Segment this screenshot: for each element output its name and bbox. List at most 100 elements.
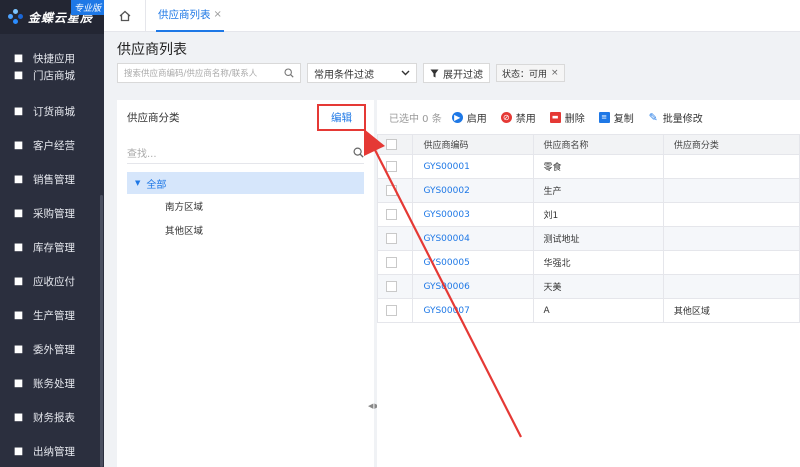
- tab-supplier-list[interactable]: 供应商列表 ×: [156, 0, 224, 32]
- row-checkbox[interactable]: [386, 161, 397, 172]
- expand-filter-button[interactable]: 展开过滤: [423, 63, 490, 83]
- supplier-code-cell[interactable]: GYS00007: [412, 298, 534, 323]
- header-supplier-name[interactable]: 供应商名称: [532, 134, 664, 155]
- batch-edit-button[interactable]: ✎ 批量修改: [648, 110, 703, 125]
- disable-button[interactable]: ⊘ 禁用: [500, 110, 536, 125]
- disable-label: 禁用: [515, 113, 536, 125]
- delete-label: 删除: [564, 113, 585, 125]
- search-icon[interactable]: [284, 68, 294, 78]
- pencil-icon: ✎: [648, 110, 658, 124]
- table-row[interactable]: GYS00003 刘1: [376, 202, 800, 227]
- enable-button[interactable]: ▶ 启用: [451, 110, 487, 125]
- category-search-input[interactable]: 查找...: [127, 142, 364, 164]
- category-panel-header: 供应商分类 编辑: [117, 100, 374, 134]
- filter-icon: [430, 69, 439, 77]
- selected-count: 已选中 0 条: [389, 113, 442, 125]
- filter-bar: 搜索供应商编码/供应商名称/联系人 常用条件过滤 展开过滤 状态：可用 ×: [117, 62, 565, 84]
- edit-category-button[interactable]: 编辑: [317, 103, 366, 131]
- sidebar-item-box[interactable]: ■ 库存管理: [0, 230, 104, 264]
- expand-filter-label: 展开过滤: [443, 69, 483, 81]
- table-row[interactable]: GYS00005 华强北: [376, 250, 800, 275]
- row-select-cell: [376, 154, 414, 179]
- table-row[interactable]: GYS00001 零食: [376, 154, 800, 179]
- row-checkbox[interactable]: [386, 209, 397, 220]
- header-supplier-code[interactable]: 供应商编码: [412, 134, 534, 155]
- close-icon[interactable]: ×: [214, 9, 222, 20]
- sidebar-item-ledger[interactable]: ■ 账务处理: [0, 366, 104, 400]
- sidebar-item-label: 财务报表: [33, 411, 75, 424]
- supplier-name-cell: 天美: [532, 274, 664, 299]
- home-tab[interactable]: [104, 0, 146, 32]
- row-checkbox[interactable]: [386, 281, 397, 292]
- copy-button[interactable]: ≡ 复制: [598, 110, 634, 125]
- tree-node-child[interactable]: 南方区域: [117, 194, 374, 218]
- supplier-search-input[interactable]: 搜索供应商编码/供应商名称/联系人: [117, 63, 301, 83]
- copy-label: 复制: [613, 113, 634, 125]
- filter-scheme-value: 常用条件过滤: [314, 69, 374, 81]
- sidebar-item-cashier[interactable]: ■ 出纳管理: [0, 434, 104, 467]
- table-row[interactable]: GYS00007 A 其他区域: [376, 298, 800, 323]
- filter-scheme-select[interactable]: 常用条件过滤: [307, 63, 417, 83]
- sidebar-item-grid[interactable]: ■ 快捷应用: [0, 50, 104, 66]
- category-panel-title: 供应商分类: [127, 111, 180, 124]
- caret-down-icon[interactable]: ▼: [135, 179, 140, 187]
- sidebar-item-money[interactable]: ■ 应收应付: [0, 264, 104, 298]
- home-icon: [119, 10, 130, 21]
- sidebar-item-label: 出纳管理: [33, 445, 75, 458]
- table-row[interactable]: GYS00004 测试地址: [376, 226, 800, 251]
- supplier-code-cell[interactable]: GYS00003: [412, 202, 534, 227]
- row-select-cell: [376, 226, 414, 251]
- row-select-cell: [376, 178, 414, 203]
- supplier-code-cell[interactable]: GYS00006: [412, 274, 534, 299]
- sidebar-scrollbar[interactable]: [100, 195, 103, 467]
- sidebar-item-customer[interactable]: ■ 客户经营: [0, 128, 104, 162]
- row-checkbox[interactable]: [386, 305, 397, 316]
- report-icon: ■: [13, 411, 24, 423]
- close-icon[interactable]: ×: [551, 68, 559, 78]
- sidebar-item-label: 库存管理: [33, 241, 75, 254]
- delete-button[interactable]: ▬ 删除: [549, 110, 585, 125]
- sidebar-item-label: 账务处理: [33, 377, 75, 390]
- sidebar-item-factory[interactable]: ■ 生产管理: [0, 298, 104, 332]
- order-icon: ■: [13, 105, 24, 117]
- sidebar-item-cart[interactable]: ■ 采购管理: [0, 196, 104, 230]
- sidebar-item-outsource[interactable]: ■ 委外管理: [0, 332, 104, 366]
- row-select-cell: [376, 298, 414, 323]
- row-checkbox[interactable]: [386, 233, 397, 244]
- table-row[interactable]: GYS00006 天美: [376, 274, 800, 299]
- select-all-checkbox[interactable]: [386, 139, 397, 150]
- supplier-name-cell: 刘1: [532, 202, 664, 227]
- supplier-code-cell[interactable]: GYS00002: [412, 178, 534, 203]
- sidebar-item-label: 订货商城: [33, 105, 75, 118]
- outsource-icon: ■: [13, 343, 24, 355]
- sidebar-item-store[interactable]: ■ 门店商城: [0, 66, 104, 84]
- search-icon[interactable]: [353, 147, 364, 158]
- supplier-code-cell[interactable]: GYS00001: [412, 154, 534, 179]
- header-supplier-category[interactable]: 供应商分类: [662, 134, 800, 155]
- supplier-category-cell: [662, 154, 800, 179]
- tab-label: 供应商列表: [158, 9, 211, 21]
- money-icon: ■: [13, 275, 24, 287]
- tree-node-child[interactable]: 其他区域: [117, 218, 374, 242]
- supplier-code-cell[interactable]: GYS00004: [412, 226, 534, 251]
- status-filter-chip[interactable]: 状态：可用 ×: [496, 64, 565, 82]
- tree-node-all[interactable]: ▼ 全部: [127, 172, 364, 194]
- row-checkbox[interactable]: [386, 257, 397, 268]
- sidebar-item-sales[interactable]: ■ 销售管理: [0, 162, 104, 196]
- sidebar-item-report[interactable]: ■ 财务报表: [0, 400, 104, 434]
- supplier-name-cell: 华强北: [532, 250, 664, 275]
- row-select-cell: [376, 250, 414, 275]
- batch-edit-label: 批量修改: [662, 113, 703, 125]
- table-row[interactable]: GYS00002 生产: [376, 178, 800, 203]
- sidebar-item-order[interactable]: ■ 订货商城: [0, 94, 104, 128]
- cashier-icon: ■: [13, 445, 24, 457]
- page-title: 供应商列表: [117, 42, 187, 58]
- supplier-category-cell: [662, 202, 800, 227]
- category-tree: ▼ 全部 南方区域 其他区域: [117, 172, 374, 242]
- category-panel: 供应商分类 编辑 查找... ▼ 全部 南方区域 其他区域: [117, 100, 374, 467]
- supplier-code-cell[interactable]: GYS00005: [412, 250, 534, 275]
- supplier-list-panel: 已选中 0 条 ▶ 启用 ⊘ 禁用 ▬ 删除 ≡ 复制 ✎ 批量修改 供应商编码…: [376, 100, 800, 467]
- row-checkbox[interactable]: [386, 185, 397, 196]
- category-search-placeholder: 查找...: [127, 149, 157, 160]
- logo[interactable]: 金蝶云星辰 专业版: [0, 0, 104, 34]
